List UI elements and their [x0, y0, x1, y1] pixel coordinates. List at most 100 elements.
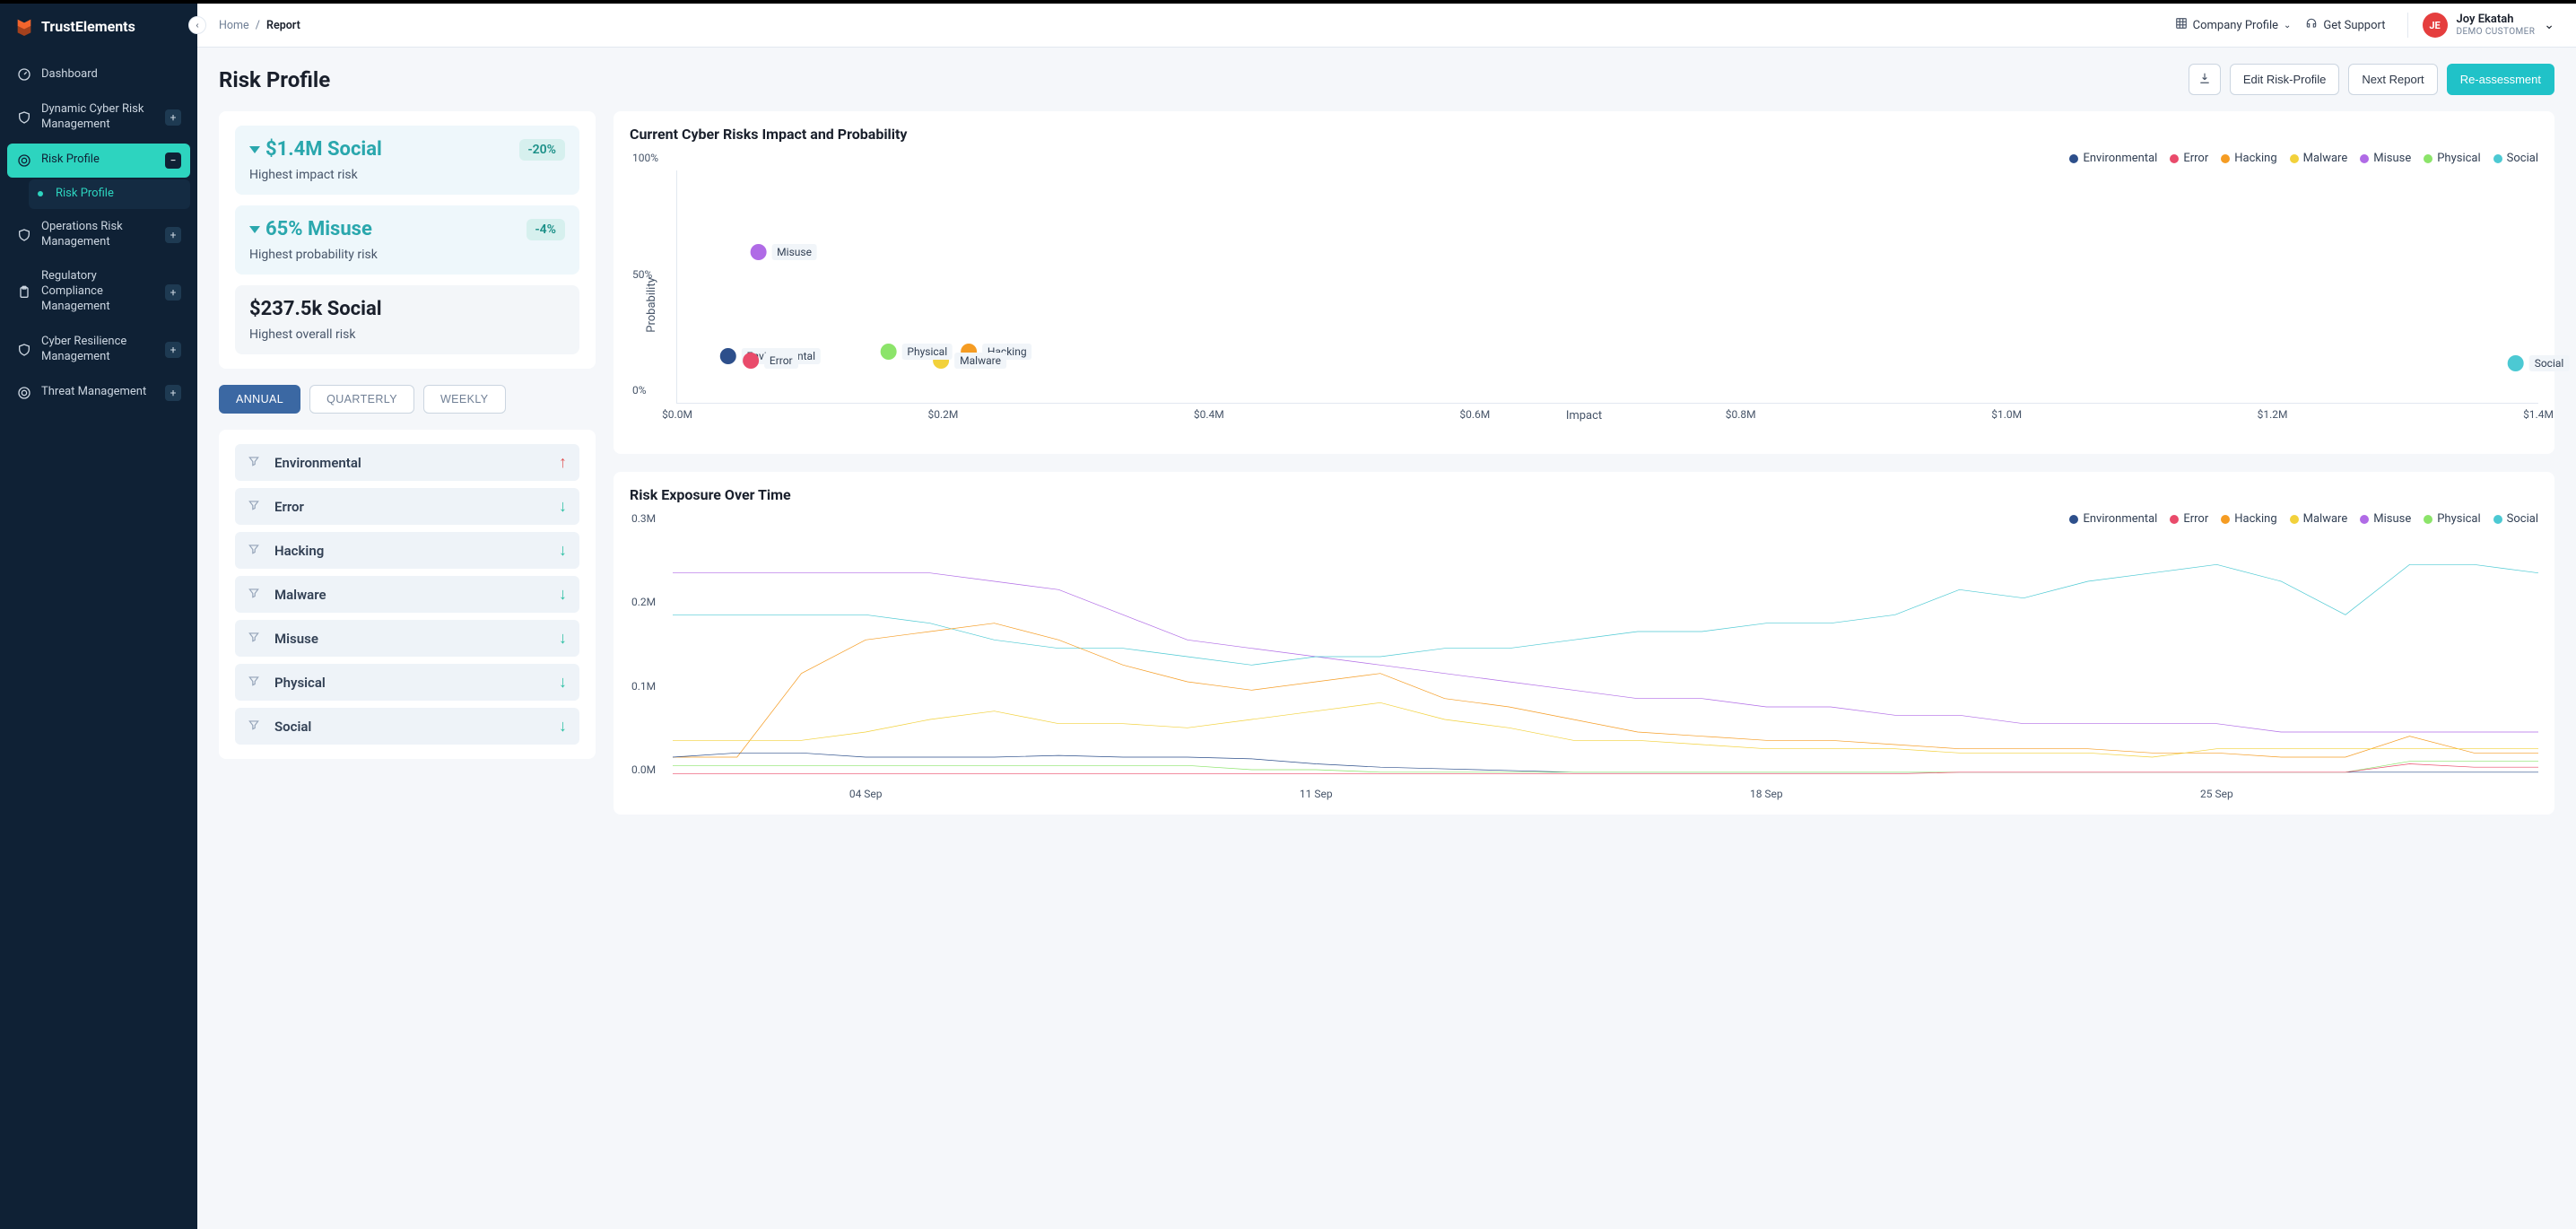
legend-dot-icon [2069, 515, 2078, 524]
legend-item[interactable]: Environmental [2069, 152, 2157, 165]
chevron-down-icon: ⌄ [2284, 21, 2291, 31]
line-series[interactable] [673, 762, 2538, 772]
plus-icon[interactable]: + [165, 342, 181, 358]
sidebar-subitem-risk-profile[interactable]: Risk Profile [29, 179, 190, 209]
tab-annual[interactable]: ANNUAL [219, 385, 300, 414]
reassessment-button[interactable]: Re-assessment [2447, 64, 2554, 95]
line-series[interactable] [673, 564, 2538, 665]
legend-item[interactable]: Malware [2290, 512, 2348, 526]
next-report-button[interactable]: Next Report [2348, 64, 2437, 95]
legend-item[interactable]: Physical [2424, 152, 2480, 165]
legend-item[interactable]: Hacking [2221, 512, 2276, 526]
x-tick: $0.6M [1459, 408, 1490, 421]
kpi-subtitle: Highest impact risk [249, 168, 565, 182]
sidebar-item-cyber-resilience-management[interactable]: Cyber Resilience Management+ [7, 326, 190, 374]
sidebar-nav: DashboardDynamic Cyber Risk Management+R… [0, 48, 197, 419]
x-tick: $1.0M [1991, 408, 2022, 421]
line-series[interactable] [673, 573, 2538, 732]
company-profile-link[interactable]: Company Profile ⌄ [2175, 17, 2292, 33]
sidebar-item-label: Regulatory Compliance Management [41, 269, 156, 315]
legend-item[interactable]: Malware [2290, 152, 2348, 165]
legend-item[interactable]: Social [2493, 152, 2538, 165]
scatter-point[interactable]: Physical [880, 344, 953, 360]
sidebar-item-dashboard[interactable]: Dashboard [7, 57, 190, 92]
risk-row[interactable]: Hacking↓ [235, 532, 579, 569]
x-tick: $0.0M [662, 408, 692, 421]
trend-down-icon: ↓ [559, 629, 567, 648]
kpi-value: $1.4M Social [249, 138, 382, 161]
legend-item[interactable]: Hacking [2221, 152, 2276, 165]
kpi-delta: -20% [519, 139, 565, 161]
sidebar-item-label: Threat Management [41, 385, 156, 400]
legend-item[interactable]: Error [2170, 512, 2208, 526]
plus-icon[interactable]: + [165, 109, 181, 126]
legend-dot-icon [2424, 515, 2432, 524]
trend-up-icon: ↑ [559, 453, 567, 472]
breadcrumb: Home / Report [219, 19, 300, 32]
tab-quarterly[interactable]: QUARTERLY [309, 385, 414, 414]
scatter-dot-icon [880, 344, 896, 360]
risk-row[interactable]: Physical↓ [235, 664, 579, 701]
sidebar-item-dynamic-cyber-risk-management[interactable]: Dynamic Cyber Risk Management+ [7, 93, 190, 142]
line-series[interactable] [673, 623, 2538, 757]
scatter-point[interactable]: Social [2508, 355, 2570, 371]
risk-row[interactable]: Error↓ [235, 488, 579, 525]
plus-icon[interactable]: + [165, 227, 181, 243]
legend-dot-icon [2290, 154, 2299, 163]
filter-icon [248, 719, 262, 735]
avatar: JE [2423, 13, 2448, 38]
scatter-dot-icon [2508, 355, 2524, 371]
user-menu[interactable]: JE Joy Ekatah DEMO CUSTOMER ⌄ [2407, 13, 2555, 38]
get-support-link[interactable]: Get Support [2305, 17, 2385, 33]
scatter-point[interactable]: Misuse [750, 244, 817, 260]
download-button[interactable] [2189, 64, 2221, 95]
y-tick: 0% [632, 384, 647, 397]
risk-row[interactable]: Misuse↓ [235, 620, 579, 657]
scatter-legend: Environmental Error Hacking Malware Misuse Ph… [630, 152, 2538, 165]
sidebar-item-risk-profile[interactable]: Risk Profile− [7, 144, 190, 178]
edit-risk-profile-button[interactable]: Edit Risk-Profile [2230, 64, 2339, 95]
user-name: Joy Ekatah [2457, 13, 2536, 27]
sidebar-item-operations-risk-management[interactable]: Operations Risk Management+ [7, 211, 190, 259]
legend-item[interactable]: Social [2493, 512, 2538, 526]
scatter-chart-card: Current Cyber Risks Impact and Probabili… [614, 111, 2554, 454]
legend-label: Error [2183, 152, 2208, 165]
line-legend: Environmental Error Hacking Malware Misuse Ph… [630, 512, 2538, 526]
risk-row[interactable]: Social↓ [235, 708, 579, 745]
line-series[interactable] [673, 702, 2538, 757]
sidebar-item-threat-management[interactable]: Threat Management + [7, 376, 190, 410]
legend-dot-icon [2360, 154, 2369, 163]
page-header: Risk Profile Edit Risk-Profile Next Repo… [197, 48, 2576, 95]
legend-item[interactable]: Misuse [2360, 512, 2411, 526]
sidebar-item-label: Risk Profile [56, 187, 181, 202]
x-tick: $0.2M [927, 408, 958, 421]
legend-dot-icon [2360, 515, 2369, 524]
legend-item[interactable]: Error [2170, 152, 2208, 165]
plus-icon[interactable]: + [165, 385, 181, 401]
gauge-icon [16, 66, 32, 83]
sidebar-collapse-button[interactable]: ‹ [188, 16, 206, 34]
minus-icon[interactable]: − [165, 153, 181, 169]
filter-icon [248, 499, 262, 515]
legend-item[interactable]: Misuse [2360, 152, 2411, 165]
legend-item[interactable]: Physical [2424, 512, 2480, 526]
kpi-subtitle: Highest probability risk [249, 248, 565, 262]
risk-row[interactable]: Malware↓ [235, 576, 579, 613]
breadcrumb-home[interactable]: Home [219, 19, 249, 32]
plus-icon[interactable]: + [165, 284, 181, 301]
sidebar-item-label: Dashboard [41, 67, 181, 83]
legend-dot-icon [2170, 154, 2179, 163]
line-chart-card: Risk Exposure Over Time EnvironmentalErr… [614, 472, 2554, 815]
scatter-dot-icon [720, 348, 736, 364]
y-tick: 0.0M [631, 763, 656, 776]
risk-row[interactable]: Environmental↑ [235, 444, 579, 481]
legend-item[interactable]: Environmental [2069, 512, 2157, 526]
sidebar-item-regulatory-compliance-management[interactable]: Regulatory Compliance Management + [7, 260, 190, 324]
scatter-y-label: Probability [645, 277, 658, 332]
page-title: Risk Profile [219, 67, 330, 92]
legend-label: Malware [2303, 152, 2348, 165]
tab-weekly[interactable]: WEEKLY [423, 385, 506, 414]
scatter-point[interactable]: Error [743, 353, 798, 369]
legend-label: Social [2507, 152, 2538, 165]
x-tick: $1.4M [2523, 408, 2554, 421]
